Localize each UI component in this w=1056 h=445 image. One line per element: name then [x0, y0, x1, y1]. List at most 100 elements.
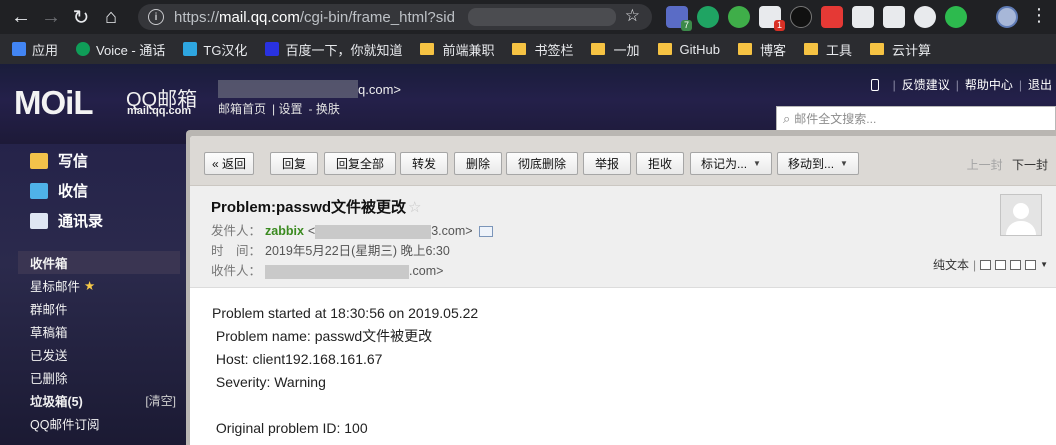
evernote-icon[interactable]	[728, 6, 750, 28]
logout-link[interactable]: 退出	[1028, 76, 1052, 93]
star-toggle-icon[interactable]: ☆	[408, 199, 421, 216]
voice-icon	[76, 42, 91, 56]
bookmark-tg[interactable]: TG汉化	[183, 40, 247, 59]
folder-drafts[interactable]: 草稿箱	[18, 320, 180, 343]
extensions-bar: 7 1	[666, 6, 967, 31]
redacted-sender	[315, 224, 432, 239]
search-placeholder: 邮件全文搜索...	[794, 112, 877, 126]
body-line: Problem name: passwd文件被更改	[212, 328, 433, 344]
more-dropdown-icon[interactable]: ▼	[1040, 260, 1048, 269]
folder-subscriptions[interactable]: QQ邮件订阅	[18, 412, 180, 435]
skin-link[interactable]: 换肤	[316, 102, 340, 116]
header-right-links: | 反馈建议 | 帮助中心 | 退出	[870, 76, 1052, 93]
redacted-user	[218, 80, 358, 98]
bookmark-folder[interactable]: 书签栏	[512, 40, 573, 59]
bookmarks-bar: 应用 Voice - 通话 TG汉化 百度一下，你就知道 前端兼职 书签栏 一加…	[0, 34, 1056, 64]
folder-inbox[interactable]: 收件箱	[18, 251, 180, 274]
help-link[interactable]: 帮助中心	[965, 76, 1013, 93]
clear-junk-link[interactable]: [清空]	[145, 392, 176, 409]
delete-button[interactable]: 删除	[454, 152, 502, 175]
bookmark-folder[interactable]: GitHub	[657, 42, 720, 57]
feedback-link[interactable]: 反馈建议	[902, 76, 950, 93]
speed-icon[interactable]	[914, 6, 936, 28]
bookmark-folder[interactable]: 博客	[737, 40, 786, 59]
mail-time: 2019年5月22日(星期三) 晚上6:30	[265, 244, 450, 258]
apps-icon	[12, 42, 26, 56]
site-info-icon[interactable]: i	[148, 9, 164, 25]
folder-icon	[803, 43, 818, 55]
new-window-icon[interactable]	[980, 259, 992, 270]
move-to-dropdown[interactable]: 移动到... ▼	[777, 152, 859, 175]
reply-all-button[interactable]: 回复全部	[324, 152, 396, 175]
bookmark-star-icon[interactable]: ☆	[625, 6, 640, 26]
bookmark-folder[interactable]: 工具	[803, 40, 852, 59]
prev-mail-link[interactable]: 上一封	[967, 158, 1003, 172]
contact-card-icon[interactable]	[478, 226, 493, 238]
forward-arrow-icon[interactable]: →	[36, 2, 66, 32]
mail-body: Problem started at 18:30:56 on 2019.05.2…	[212, 302, 478, 440]
folder-starred[interactable]: 星标邮件 ★	[18, 274, 180, 297]
compose-button[interactable]: 写信	[30, 150, 88, 171]
browser-toolbar: ← → ↻ ⌂ i https://mail.qq.com/cgi-bin/fr…	[0, 0, 1056, 34]
report-button[interactable]: 举报	[583, 152, 631, 175]
mail-search-input[interactable]: ⌕ 邮件全文搜索...	[776, 106, 1056, 131]
next-mail-link[interactable]: 下一封	[1012, 158, 1048, 172]
folder-icon	[420, 43, 435, 55]
more-menu-icon[interactable]: ⋮	[1030, 4, 1048, 26]
bookmark-apps[interactable]: 应用	[12, 40, 58, 59]
receive-button[interactable]: 收信	[30, 180, 88, 201]
sidebar: 写信 收信 通讯录 收件箱 星标邮件 ★ 群邮件 草稿箱 已发送 已删除 垃圾箱(…	[0, 144, 186, 445]
qq-mail-logo[interactable]: MOiL	[14, 84, 93, 122]
plain-text-link[interactable]: 纯文本	[933, 256, 969, 273]
baidu-icon	[265, 42, 280, 56]
sender-name[interactable]: zabbix	[265, 224, 304, 238]
caret-down-icon: ▼	[753, 159, 761, 168]
bookmark-folder[interactable]: 前端兼职	[420, 40, 494, 59]
mailbox-home-link[interactable]: 邮箱首页	[218, 102, 266, 116]
redacted-recipient	[265, 264, 410, 279]
hangouts-icon[interactable]	[697, 6, 719, 28]
folder-icon	[591, 43, 606, 55]
folder-group[interactable]: 群邮件	[18, 297, 180, 320]
mark-as-dropdown[interactable]: 标记为... ▼	[690, 152, 772, 175]
key-icon[interactable]	[790, 6, 812, 28]
mail-subject: Problem:passwd文件被更改 ☆	[211, 199, 422, 216]
settings-link[interactable]: 设置	[278, 102, 302, 116]
profile-avatar-icon[interactable]	[996, 6, 1018, 28]
reading-view-icon[interactable]	[995, 259, 1007, 270]
print-icon[interactable]	[1025, 259, 1037, 270]
back-button[interactable]: « 返回	[204, 152, 254, 175]
extension-icon[interactable]: 7	[666, 6, 692, 31]
c-extension-icon[interactable]	[945, 6, 967, 28]
url-text: https://mail.qq.com/cgi-bin/frame_html?s…	[174, 8, 455, 26]
folder-deleted[interactable]: 已删除	[18, 366, 180, 389]
reply-button[interactable]: 回复	[270, 152, 318, 175]
contacts-button[interactable]: 通讯录	[30, 210, 103, 231]
video-icon[interactable]	[821, 6, 843, 28]
folder-junk[interactable]: 垃圾箱(5) [清空]	[18, 389, 180, 412]
compose-icon	[30, 152, 48, 169]
bulb-icon[interactable]	[883, 6, 905, 28]
robot-icon[interactable]: 1	[759, 6, 785, 31]
address-bar[interactable]: i https://mail.qq.com/cgi-bin/frame_html…	[138, 4, 652, 30]
forward-button[interactable]: 转发	[400, 152, 448, 175]
mobile-icon[interactable]	[870, 78, 879, 91]
back-arrow-icon[interactable]: ←	[6, 2, 36, 32]
reject-button[interactable]: 拒收	[636, 152, 684, 175]
archive-icon[interactable]	[1010, 259, 1022, 270]
bookmark-voice[interactable]: Voice - 通话	[76, 40, 165, 59]
home-icon[interactable]: ⌂	[96, 2, 126, 32]
sender-avatar[interactable]	[1000, 194, 1042, 236]
user-address: q.com>	[358, 82, 401, 97]
reload-icon[interactable]: ↻	[66, 2, 96, 32]
bookmark-folder[interactable]: 一加	[591, 40, 640, 59]
bookmark-folder[interactable]: 云计算	[870, 40, 931, 59]
telegram-icon	[183, 42, 198, 56]
body-line: Host: client192.168.161.67	[212, 351, 383, 367]
reader-icon[interactable]	[852, 6, 874, 28]
sender-line: 发件人： zabbix <3.com>	[211, 220, 493, 239]
delete-permanently-button[interactable]: 彻底删除	[506, 152, 578, 175]
bookmark-baidu[interactable]: 百度一下，你就知道	[265, 40, 402, 59]
folder-sent[interactable]: 已发送	[18, 343, 180, 366]
folder-icon	[512, 43, 527, 55]
